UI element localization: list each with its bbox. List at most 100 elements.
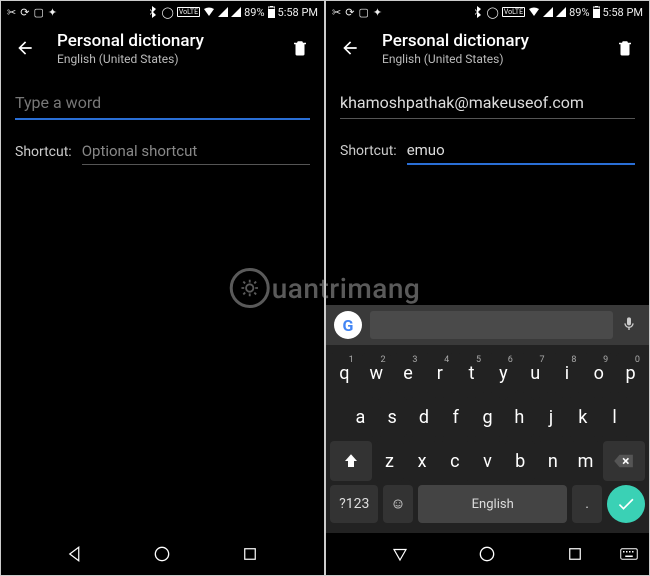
key-n[interactable]: n [538,441,568,481]
image-icon: ▢ [358,6,368,19]
key-e[interactable]: e3 [394,353,423,393]
key-w[interactable]: w2 [362,353,391,393]
key-symbols[interactable]: ?123 [330,485,378,523]
nav-bar [1,533,324,575]
word-input[interactable]: khamoshpathak@makeuseof.com [340,87,635,119]
key-enter[interactable] [607,485,645,523]
nav-recent-button[interactable] [238,542,262,566]
shortcut-input[interactable]: emuo [407,137,635,165]
key-p[interactable]: p0 [616,353,645,393]
shortcut-placeholder: Optional shortcut [82,142,198,160]
back-button[interactable] [13,36,37,60]
loop-icon: ✦ [48,6,57,19]
battery-text: 89% [569,6,589,19]
key-m[interactable]: m [571,441,601,481]
key-i[interactable]: i8 [553,353,582,393]
volte-badge: VoLTE [177,7,200,17]
word-placeholder: Type a word [15,93,101,112]
mic-icon[interactable] [621,315,641,335]
time-text: 5:58 PM [603,6,643,19]
key-h[interactable]: h [505,397,534,437]
nav-recent-button[interactable] [563,542,587,566]
sync-icon: ⟳ [345,6,354,19]
wifi-icon [203,7,215,17]
scissors-icon: ✂ [332,6,341,19]
app-bar: Personal dictionary English (United Stat… [326,23,649,73]
key-b[interactable]: b [505,441,535,481]
key-t[interactable]: t5 [457,353,486,393]
key-x[interactable]: x [407,441,437,481]
page-subtitle: English (United States) [382,52,613,66]
spacer [326,175,649,305]
key-period[interactable]: . [572,485,602,523]
key-c[interactable]: c [440,441,470,481]
nav-keyboard-button[interactable] [617,542,641,566]
time-text: 5:58 PM [278,6,318,19]
key-q[interactable]: q1 [330,353,359,393]
signal-icon-2 [556,7,566,17]
page-title: Personal dictionary [57,31,288,51]
shortcut-label: Shortcut: [340,143,397,159]
delete-button[interactable] [288,36,312,60]
wifi-icon [528,7,540,17]
bluetooth-icon [149,6,159,18]
back-button[interactable] [338,36,362,60]
google-icon[interactable]: G [334,311,362,339]
key-k[interactable]: k [568,397,597,437]
key-l[interactable]: l [600,397,629,437]
key-s[interactable]: s [378,397,407,437]
circle-icon: ◯ [162,6,174,19]
key-v[interactable]: v [473,441,503,481]
key-comma[interactable] [383,485,413,523]
nav-back-button[interactable] [388,542,412,566]
status-bar: ✂ ⟳ ▢ ✦ ◯ VoLTE 89% [1,1,324,23]
image-icon: ▢ [33,6,43,19]
key-g[interactable]: g [473,397,502,437]
app-bar: Personal dictionary English (United Stat… [1,23,324,73]
page-subtitle: English (United States) [57,52,288,66]
content-area: khamoshpathak@makeuseof.com Shortcut: em… [326,73,649,175]
keyboard: G q1w2e3r4t5y6u7i8o9p0 asdfghjkl zxcvbnm… [326,305,649,533]
nav-home-button[interactable] [150,542,174,566]
content-area: Type a word Shortcut: Optional shortcut [1,73,324,533]
key-y[interactable]: y6 [489,353,518,393]
nav-bar [326,533,649,575]
word-value: khamoshpathak@makeuseof.com [340,93,584,112]
key-o[interactable]: o9 [584,353,613,393]
key-r[interactable]: r4 [425,353,454,393]
word-input[interactable]: Type a word [15,87,310,120]
volte-badge: VoLTE [502,7,525,17]
shortcut-input[interactable]: Optional shortcut [82,138,310,165]
key-d[interactable]: d [410,397,439,437]
key-space[interactable]: English [418,485,567,523]
battery-icon [268,6,275,18]
key-z[interactable]: z [375,441,405,481]
nav-home-button[interactable] [475,542,499,566]
status-bar: ✂ ⟳ ▢ ✦ ◯ VoLTE 89% [326,1,649,23]
battery-text: 89% [244,6,264,19]
nav-back-button[interactable] [63,542,87,566]
scissors-icon: ✂ [7,6,16,19]
loop-icon: ✦ [373,6,382,19]
circle-icon: ◯ [487,6,499,19]
phone-left: ✂ ⟳ ▢ ✦ ◯ VoLTE 89% [1,1,324,575]
key-f[interactable]: f [441,397,470,437]
sync-icon: ⟳ [20,6,29,19]
key-u[interactable]: u7 [521,353,550,393]
phone-right: ✂ ⟳ ▢ ✦ ◯ VoLTE 89% [326,1,649,575]
key-shift[interactable] [330,441,372,481]
key-backspace[interactable] [603,441,645,481]
suggestion-bar: G [326,305,649,345]
shortcut-value: emuo [407,141,445,159]
key-j[interactable]: j [537,397,566,437]
signal-icon-1 [218,7,228,17]
signal-icon-1 [543,7,553,17]
signal-icon-2 [231,7,241,17]
suggestion-input[interactable] [370,311,613,339]
shortcut-label: Shortcut: [15,144,72,160]
battery-icon [593,6,600,18]
delete-button[interactable] [613,36,637,60]
key-a[interactable]: a [346,397,375,437]
bluetooth-icon [474,6,484,18]
page-title: Personal dictionary [382,31,613,51]
